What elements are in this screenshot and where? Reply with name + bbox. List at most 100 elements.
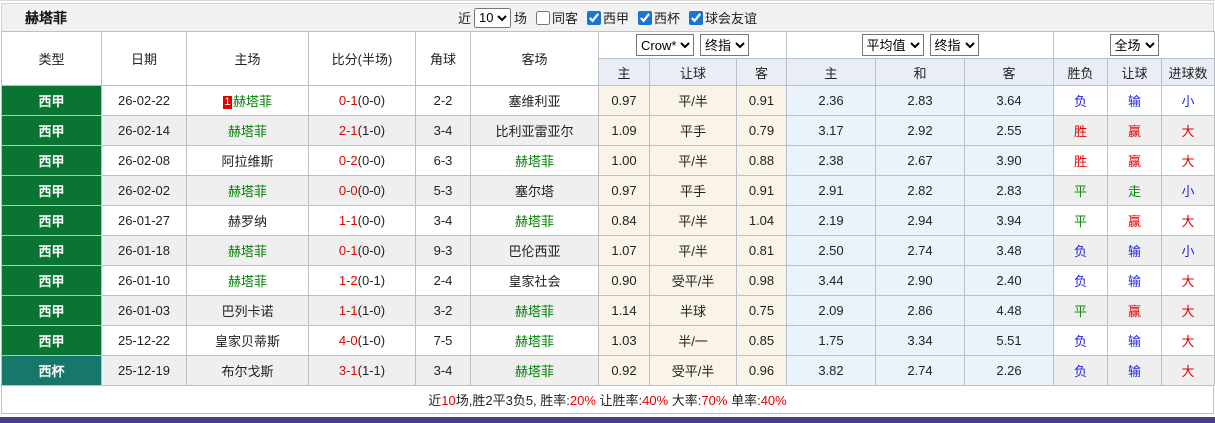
result-cell: 负 xyxy=(1053,85,1109,116)
handicap-line: 平/半 xyxy=(649,205,737,236)
avg-draw-odds: 2.90 xyxy=(875,265,965,296)
avg-away-odds: 5.51 xyxy=(963,325,1055,356)
avg-draw-odds: 2.86 xyxy=(875,295,965,326)
handicap-away-odds: 0.91 xyxy=(736,85,787,116)
away-team-name: 赫塔菲 xyxy=(514,214,554,229)
home-team-cell: 赫罗纳 xyxy=(186,205,309,236)
handicap-home-odds: 0.92 xyxy=(598,355,650,386)
handicap-away-odds: 0.75 xyxy=(736,295,787,326)
halftime-score: (0-1) xyxy=(357,273,386,288)
score-cell: 0-1(0-0) xyxy=(308,235,416,266)
league-cell: 西甲 xyxy=(1,265,102,296)
home-team-name: 赫塔菲 xyxy=(227,274,267,289)
avg-home-odds: 2.19 xyxy=(786,205,876,236)
league-cell: 西甲 xyxy=(1,235,102,266)
table-row: 西甲 26-01-03 巴列卡诺 1-1(1-0) 3-2 赫塔菲 1.14 半… xyxy=(1,295,1215,326)
home-team-name: 布尔戈斯 xyxy=(221,364,274,379)
corners-cell: 2-2 xyxy=(415,85,471,116)
away-team-cell: 塞尔塔 xyxy=(470,175,599,206)
date-cell: 25-12-19 xyxy=(101,355,187,386)
scope-select[interactable]: 全场 xyxy=(1109,34,1159,56)
result-cell: 负 xyxy=(1053,265,1109,296)
fulltime-score: 2-1 xyxy=(338,123,358,138)
goals-result-cell: 小 xyxy=(1161,235,1215,266)
handicap-result-cell: 赢 xyxy=(1107,295,1163,326)
odds-company-select[interactable]: Crow* xyxy=(636,34,694,56)
away-team-cell: 巴伦西亚 xyxy=(470,235,599,266)
average-mode-select[interactable]: 平均值 xyxy=(861,34,924,56)
handicap-result-cell: 赢 xyxy=(1107,205,1163,236)
summary-segment: 70% xyxy=(701,393,728,408)
table-row: 西甲 26-01-27 赫罗纳 1-1(0-0) 3-4 赫塔菲 0.84 平/… xyxy=(1,205,1215,236)
sub-header-hcp-away: 客 xyxy=(736,58,787,86)
league-cell: 西甲 xyxy=(1,115,102,146)
away-team-cell: 赫塔菲 xyxy=(470,325,599,356)
sub-header-goals: 进球数 xyxy=(1161,58,1215,86)
date-cell: 26-01-27 xyxy=(101,205,187,236)
cup-checkbox[interactable] xyxy=(638,10,653,25)
liga-checkbox[interactable] xyxy=(587,10,601,25)
handicap-line: 受平/半 xyxy=(649,265,737,296)
handicap-away-odds: 0.85 xyxy=(736,325,787,356)
halftime-score: (0-0) xyxy=(357,93,386,108)
goals-result-cell: 大 xyxy=(1161,295,1215,326)
date-cell: 26-02-02 xyxy=(101,175,187,206)
handicap-result-cell: 输 xyxy=(1107,235,1163,266)
avg-home-odds: 2.36 xyxy=(786,85,876,116)
handicap-line: 半球 xyxy=(649,295,737,326)
avg-draw-odds: 2.92 xyxy=(875,115,965,146)
handicap-stage-select[interactable]: 终指 xyxy=(700,34,749,56)
away-team-name: 赫塔菲 xyxy=(514,334,554,349)
handicap-result-cell: 输 xyxy=(1107,265,1163,296)
fulltime-score: 0-0 xyxy=(338,183,358,198)
corners-cell: 6-3 xyxy=(415,145,471,176)
home-team-cell: 阿拉维斯 xyxy=(186,145,309,176)
fulltime-score: 0-1 xyxy=(338,93,358,108)
home-team-name: 赫塔菲 xyxy=(232,94,272,109)
halftime-score: (1-0) xyxy=(357,123,386,138)
handicap-result-cell: 输 xyxy=(1107,85,1163,116)
table-header: 类型 日期 主场 比分(半场) 角球 客场 Crow* 终指 平均值 终指 全场… xyxy=(1,31,1215,86)
col-header-score: 比分(半场) xyxy=(308,31,416,86)
corners-cell: 3-4 xyxy=(415,205,471,236)
handicap-result-cell: 输 xyxy=(1107,355,1163,386)
halftime-score: (1-0) xyxy=(357,333,386,348)
fulltime-score: 1-1 xyxy=(338,213,358,228)
home-team-name: 巴列卡诺 xyxy=(221,304,274,319)
same-venue-checkbox[interactable] xyxy=(535,10,550,25)
league-cell: 西甲 xyxy=(1,295,102,326)
handicap-home-odds: 0.84 xyxy=(598,205,650,236)
summary-segment: 40% xyxy=(642,393,669,408)
away-team-name: 皇家社会 xyxy=(508,274,561,289)
corners-cell: 3-4 xyxy=(415,355,471,386)
league-filter-cup: 西杯 xyxy=(632,8,680,27)
away-team-cell: 皇家社会 xyxy=(470,265,599,296)
avg-draw-odds: 2.74 xyxy=(875,235,965,266)
away-team-cell: 塞维利亚 xyxy=(470,85,599,116)
average-stage-select[interactable]: 终指 xyxy=(929,34,979,56)
summary-segment: 场,胜2平3负5, 胜率: xyxy=(455,393,570,408)
header-select-row: 类型 日期 主场 比分(半场) 角球 客场 Crow* 终指 平均值 终指 全场 xyxy=(1,31,1215,86)
avg-home-odds: 3.44 xyxy=(786,265,876,296)
goals-result-cell: 大 xyxy=(1161,325,1215,356)
handicap-home-odds: 1.07 xyxy=(598,235,650,266)
handicap-line: 平手 xyxy=(649,115,737,146)
recent-count-select[interactable]: 10 xyxy=(473,7,511,28)
same-venue-filter: 同客 xyxy=(530,8,578,27)
league-cell: 西甲 xyxy=(1,85,102,116)
friendly-checkbox[interactable] xyxy=(689,10,704,25)
home-team-name: 赫塔菲 xyxy=(227,124,267,139)
average-group-header: 平均值 终指 xyxy=(785,31,1055,59)
title-bar: 赫塔菲 近 10 场 同客 西甲 西杯 球会友谊 xyxy=(1,3,1214,31)
fulltime-score: 0-1 xyxy=(338,243,358,258)
score-cell: 0-0(0-0) xyxy=(308,175,416,206)
home-team-cell: 巴列卡诺 xyxy=(186,295,309,326)
summary-segment: 近 xyxy=(428,393,442,408)
table-row: 西甲 26-01-10 赫塔菲 1-2(0-1) 2-4 皇家社会 0.90 受… xyxy=(1,265,1215,296)
result-cell: 平 xyxy=(1053,205,1109,236)
handicap-home-odds: 1.03 xyxy=(598,325,650,356)
avg-draw-odds: 2.67 xyxy=(875,145,965,176)
summary-segment: 40% xyxy=(760,393,787,408)
corners-cell: 3-4 xyxy=(415,115,471,146)
goals-result-cell: 大 xyxy=(1161,115,1215,146)
